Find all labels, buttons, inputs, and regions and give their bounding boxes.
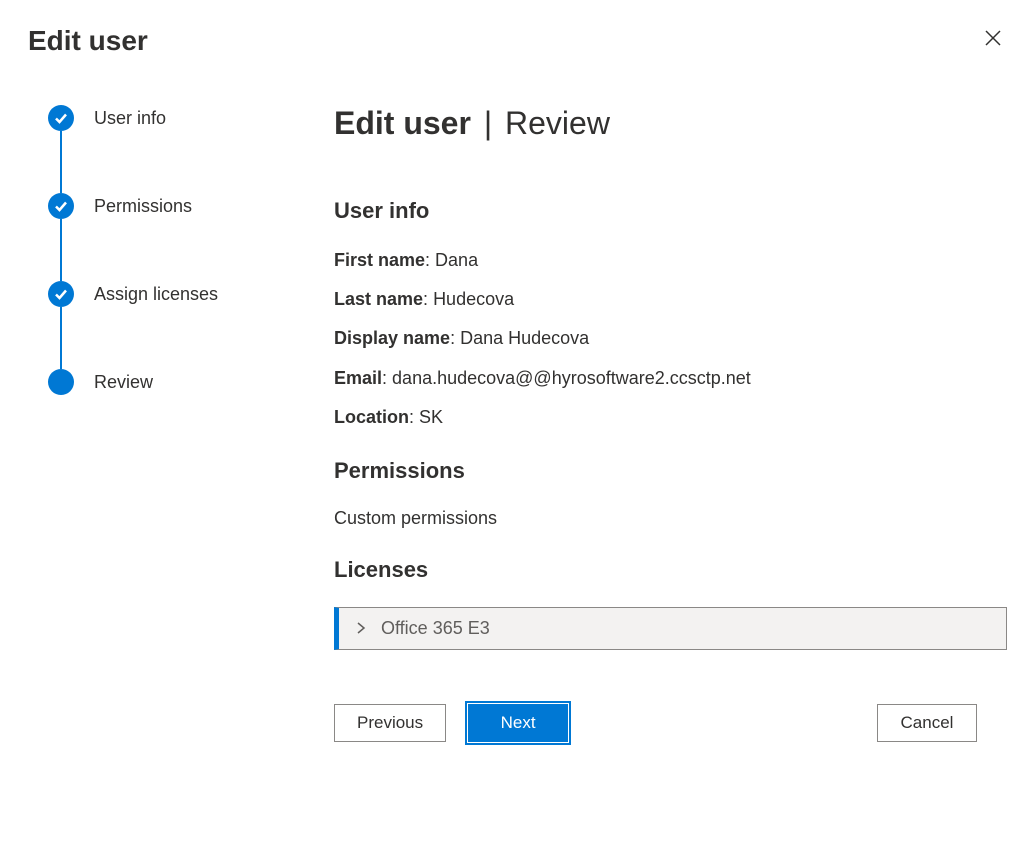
field-label: Display name [334, 328, 450, 348]
checkmark-icon [48, 105, 74, 131]
step-label: User info [94, 108, 166, 129]
step-review[interactable]: Review [48, 369, 308, 395]
dialog-title: Edit user [28, 25, 148, 57]
step-connector [60, 307, 62, 369]
checkmark-icon [48, 281, 74, 307]
page-title-sub: Review [505, 105, 610, 141]
step-connector [60, 219, 62, 281]
section-heading-permissions: Permissions [334, 458, 1007, 484]
license-name: Office 365 E3 [381, 618, 490, 639]
permissions-value: Custom permissions [334, 508, 1007, 529]
info-row-location: Location: SK [334, 405, 1007, 430]
step-label: Permissions [94, 196, 192, 217]
checkmark-icon [48, 193, 74, 219]
info-row-last-name: Last name: Hudecova [334, 287, 1007, 312]
license-item[interactable]: Office 365 E3 [334, 607, 1007, 650]
field-value: SK [419, 407, 443, 427]
step-assign-licenses[interactable]: Assign licenses [48, 281, 308, 307]
info-row-first-name: First name: Dana [334, 248, 1007, 273]
step-label: Review [94, 372, 153, 393]
title-divider: | [471, 105, 505, 141]
close-icon[interactable] [979, 24, 1007, 57]
field-value: dana.hudecova@@hyrosoftware2.ccsctp.net [392, 368, 751, 388]
cancel-button[interactable]: Cancel [877, 704, 977, 742]
previous-button[interactable]: Previous [334, 704, 446, 742]
page-title-main: Edit user [334, 105, 471, 141]
dialog-header: Edit user [0, 0, 1035, 57]
field-label: Location [334, 407, 409, 427]
step-label: Assign licenses [94, 284, 218, 305]
wizard-steps: User info Permissions Assign licenses Re… [28, 105, 308, 742]
page-title: Edit user | Review [334, 105, 1007, 142]
next-button[interactable]: Next [468, 704, 568, 742]
info-row-email: Email: dana.hudecova@@hyrosoftware2.ccsc… [334, 366, 1007, 391]
button-bar: Previous Next Cancel [334, 704, 1007, 742]
step-connector [60, 131, 62, 193]
chevron-right-icon [353, 620, 369, 636]
section-heading-user-info: User info [334, 198, 1007, 224]
step-permissions[interactable]: Permissions [48, 193, 308, 219]
field-value: Dana Hudecova [460, 328, 589, 348]
field-value: Hudecova [433, 289, 514, 309]
info-row-display-name: Display name: Dana Hudecova [334, 326, 1007, 351]
step-user-info[interactable]: User info [48, 105, 308, 131]
wizard-content: Edit user | Review User info First name:… [308, 105, 1007, 742]
field-label: Last name [334, 289, 423, 309]
field-label: Email [334, 368, 382, 388]
section-heading-licenses: Licenses [334, 557, 1007, 583]
field-value: Dana [435, 250, 478, 270]
field-label: First name [334, 250, 425, 270]
current-step-icon [48, 369, 74, 395]
nav-button-group: Previous Next [334, 704, 568, 742]
